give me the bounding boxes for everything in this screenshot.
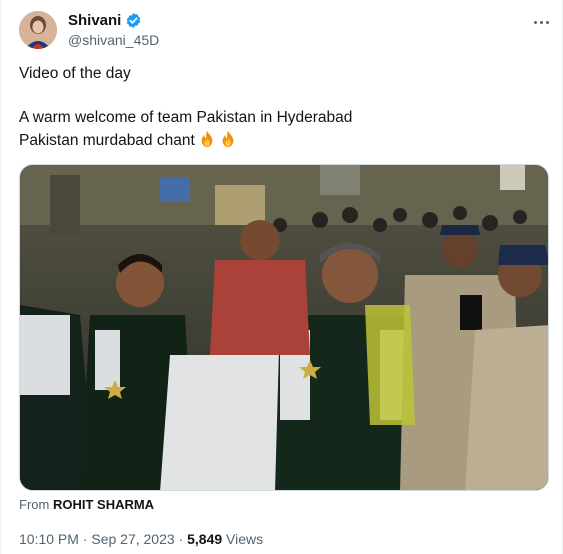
video-frame [20,165,548,490]
ellipsis-icon[interactable] [529,12,553,32]
tweet-meta: 10:10 PM · Sep 27, 2023 · 5,849 Views [19,531,263,547]
tweet-text-line-2: A warm welcome of team Pakistan in Hyder… [19,109,353,126]
views-count: 5,849 [187,531,223,547]
avatar[interactable] [19,11,57,49]
fire-emoji-icon [219,130,237,148]
author-row: Shivani [68,12,142,29]
timestamp-link[interactable]: 10:10 PM · Sep 27, 2023 · [19,531,187,547]
display-name[interactable]: Shivani [68,12,121,29]
tweet-text-line-3: Pakistan murdabad chant [19,130,237,151]
views-label: Views [222,531,264,547]
tweet-text-line-1: Video of the day [19,65,131,82]
verified-badge-icon [125,12,142,29]
source-name-link[interactable]: ROHIT SHARMA [53,497,154,512]
tweet-card: Shivani @shivani_45D Video of the day A … [0,0,563,554]
source-prefix: From [19,497,50,512]
video-source: From ROHIT SHARMA [19,497,154,512]
fire-emoji-icon [198,130,216,148]
video-player[interactable] [19,164,549,491]
handle[interactable]: @shivani_45D [68,32,159,48]
tweet-text-line-3-text: Pakistan murdabad chant [19,132,195,149]
